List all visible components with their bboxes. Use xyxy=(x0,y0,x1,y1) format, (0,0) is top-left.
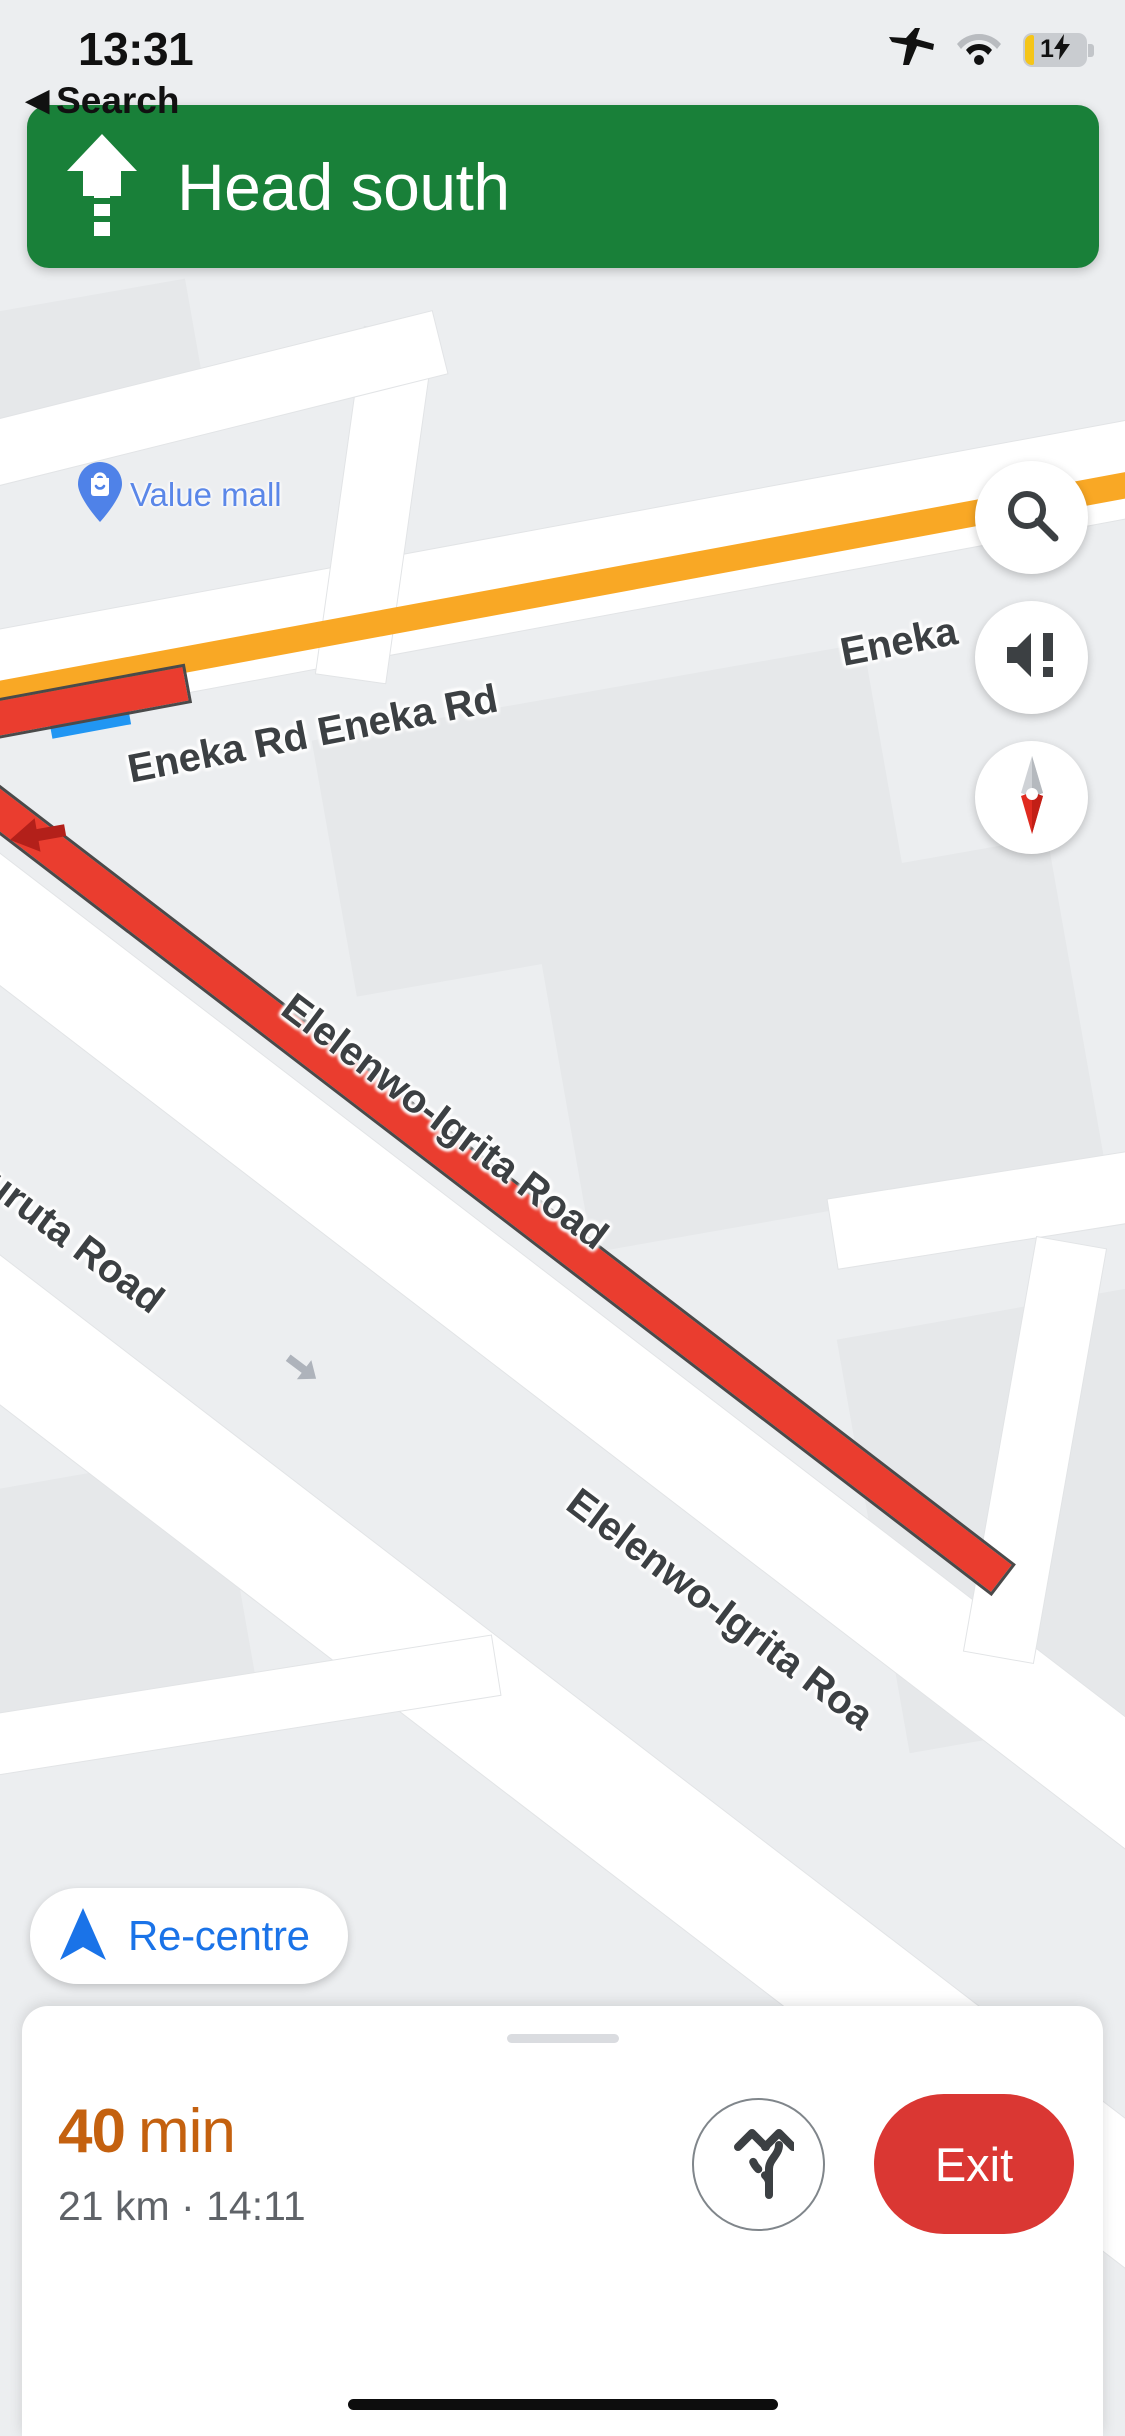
status-icons: 1 xyxy=(889,27,1094,72)
map-traffic-arrow-icon xyxy=(277,1347,324,1393)
exit-navigation-button[interactable]: Exit xyxy=(874,2094,1074,2234)
navigation-bottom-sheet[interactable]: 40 min 21 km · 14:11 Exit xyxy=(22,2006,1103,2436)
battery-icon: 1 xyxy=(1023,32,1094,67)
battery-level-text: 1 xyxy=(1040,35,1054,63)
charging-bolt-icon xyxy=(1053,34,1070,65)
eta-block: 40 min 21 km · 14:11 xyxy=(58,2096,306,2230)
map-route-arrow-icon xyxy=(4,807,72,868)
instruction-text: Head south xyxy=(177,149,510,224)
wifi-icon xyxy=(957,29,1001,70)
poi-label: Value mall xyxy=(130,475,282,513)
eta-duration-unit: min xyxy=(137,2097,236,2166)
back-label-text: Search xyxy=(56,80,180,121)
map-search-button[interactable] xyxy=(975,461,1088,574)
recentre-label: Re-centre xyxy=(128,1912,310,1959)
back-caret-icon: ◀ xyxy=(26,84,50,117)
eta-duration-value: 40 xyxy=(58,2097,126,2166)
back-to-search-button[interactable]: ◀ Search xyxy=(26,80,180,122)
route-fork-icon xyxy=(724,2125,797,2204)
airplane-mode-icon xyxy=(889,27,935,72)
route-alternatives-button[interactable] xyxy=(692,2098,825,2231)
recentre-button[interactable]: Re-centre xyxy=(30,1888,348,1984)
eta-duration: 40 min xyxy=(58,2096,306,2167)
navigation-arrow-icon xyxy=(60,1907,106,1965)
sound-settings-button[interactable] xyxy=(975,601,1088,714)
straight-arrow-depart-icon xyxy=(27,133,177,240)
status-clock: 13:31 xyxy=(78,23,194,75)
sound-alerts-only-icon xyxy=(1003,629,1061,686)
road-label-eneka: Eneka xyxy=(836,609,961,675)
battery-fill xyxy=(1025,34,1034,65)
navigation-instruction-banner[interactable]: Head south xyxy=(27,105,1099,268)
exit-label: Exit xyxy=(934,2137,1014,2191)
poi-value-mall[interactable]: Value mall xyxy=(78,462,282,527)
eta-details: 21 km · 14:11 xyxy=(58,2183,306,2229)
shopping-bag-pin-icon xyxy=(78,462,122,527)
home-indicator[interactable] xyxy=(347,2399,778,2410)
status-bar: 13:31 ◀ Search 1 xyxy=(0,0,1125,122)
compass-needle-icon xyxy=(1010,756,1054,839)
search-icon xyxy=(1004,487,1060,548)
sheet-drag-handle[interactable] xyxy=(506,2034,619,2043)
compass-button[interactable] xyxy=(975,741,1088,854)
